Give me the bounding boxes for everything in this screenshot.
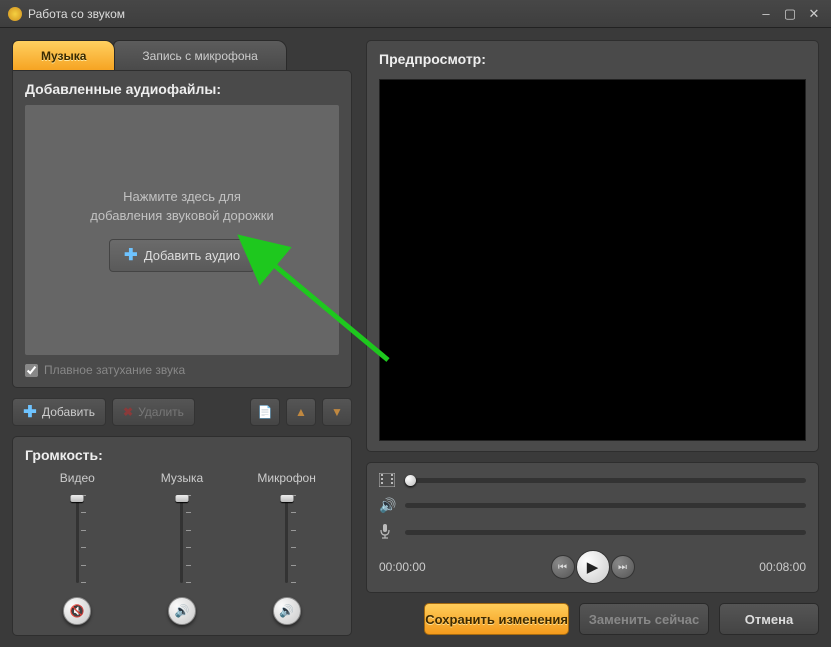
speaker-icon: 🔊 xyxy=(379,497,395,514)
delete-icon: ✖ xyxy=(123,405,133,419)
footer-buttons: Сохранить изменения Заменить сейчас Отме… xyxy=(366,603,819,635)
track-mic-slider[interactable] xyxy=(405,530,806,535)
speaker-icon: 🔊 xyxy=(279,604,294,618)
tracks-panel: 🔊 00:00:00 ⏮ ▶ ⏭ 00:08:00 xyxy=(366,462,819,593)
move-up-button[interactable]: ▲ xyxy=(286,398,316,426)
tabs: Музыка Запись с микрофона xyxy=(12,40,352,70)
titlebar: Работа со звуком – ▢ ✕ xyxy=(0,0,831,28)
fade-checkbox[interactable] xyxy=(25,364,38,377)
plus-icon: ✚ xyxy=(23,405,37,419)
add-audio-label: Добавить аудио xyxy=(144,248,240,263)
close-button[interactable]: ✕ xyxy=(805,6,823,22)
delete-button[interactable]: ✖ Удалить xyxy=(112,398,195,426)
minimize-button[interactable]: – xyxy=(757,6,775,22)
volume-panel: Громкость: Видео 🔇 Музыка xyxy=(12,436,352,636)
time-end: 00:08:00 xyxy=(759,560,806,574)
volume-music-col: Музыка 🔊 xyxy=(142,471,222,625)
file-buttons-row: ✚ Добавить ✖ Удалить 📄 ▲ ▼ xyxy=(12,398,352,426)
audio-dropzone[interactable]: Нажмите здесь для добавления звуковой до… xyxy=(25,105,339,355)
dropzone-hint: Нажмите здесь для добавления звуковой до… xyxy=(90,188,274,224)
document-icon: 📄 xyxy=(258,405,273,419)
volume-video-label: Видео xyxy=(60,471,95,485)
volume-music-mute[interactable]: 🔊 xyxy=(168,597,196,625)
tab-microphone[interactable]: Запись с микрофона xyxy=(113,40,286,70)
play-button[interactable]: ▶ xyxy=(576,550,610,584)
track-audio-row: 🔊 xyxy=(379,497,806,514)
track-mic-row xyxy=(379,524,806,540)
preview-panel: Предпросмотр: xyxy=(366,40,819,452)
replace-button[interactable]: Заменить сейчас xyxy=(579,603,709,635)
arrow-down-icon: ▼ xyxy=(331,405,343,419)
cancel-button[interactable]: Отмена xyxy=(719,603,819,635)
track-audio-slider[interactable] xyxy=(405,503,806,508)
volume-video-col: Видео 🔇 xyxy=(37,471,117,625)
add-button[interactable]: ✚ Добавить xyxy=(12,398,106,426)
files-panel: Добавленные аудиофайлы: Нажмите здесь дл… xyxy=(12,70,352,388)
files-panel-title: Добавленные аудиофайлы: xyxy=(25,81,339,97)
volume-video-slider[interactable] xyxy=(61,495,93,585)
speaker-muted-icon: 🔇 xyxy=(70,604,85,618)
fade-checkbox-row[interactable]: Плавное затухание звука xyxy=(25,363,339,377)
save-button[interactable]: Сохранить изменения xyxy=(424,603,569,635)
time-row: 00:00:00 ⏮ ▶ ⏭ 00:08:00 xyxy=(379,550,806,584)
volume-mic-slider[interactable] xyxy=(271,495,303,585)
preview-title: Предпросмотр: xyxy=(379,51,806,67)
add-audio-button[interactable]: ✚ Добавить аудио xyxy=(109,239,255,272)
volume-mic-col: Микрофон 🔊 xyxy=(247,471,327,625)
playback-controls: ⏮ ▶ ⏭ xyxy=(551,550,635,584)
microphone-icon xyxy=(379,524,395,540)
track-video-slider[interactable] xyxy=(405,478,806,483)
volume-title: Громкость: xyxy=(25,447,339,463)
arrow-up-icon: ▲ xyxy=(295,405,307,419)
volume-music-label: Музыка xyxy=(161,471,203,485)
window-title: Работа со звуком xyxy=(28,7,751,21)
fade-label: Плавное затухание звука xyxy=(44,363,185,377)
track-video-row xyxy=(379,473,806,487)
volume-mic-mute[interactable]: 🔊 xyxy=(273,597,301,625)
properties-button[interactable]: 📄 xyxy=(250,398,280,426)
time-start: 00:00:00 xyxy=(379,560,426,574)
speaker-icon: 🔊 xyxy=(175,604,190,618)
volume-mic-label: Микрофон xyxy=(257,471,315,485)
maximize-button[interactable]: ▢ xyxy=(781,6,799,22)
tab-music[interactable]: Музыка xyxy=(12,40,115,70)
volume-video-mute[interactable]: 🔇 xyxy=(63,597,91,625)
app-icon xyxy=(8,7,22,21)
plus-icon: ✚ xyxy=(124,248,138,262)
move-down-button[interactable]: ▼ xyxy=(322,398,352,426)
film-icon xyxy=(379,473,395,487)
next-button[interactable]: ⏭ xyxy=(611,555,635,579)
prev-button[interactable]: ⏮ xyxy=(551,555,575,579)
preview-screen xyxy=(379,79,806,441)
volume-music-slider[interactable] xyxy=(166,495,198,585)
